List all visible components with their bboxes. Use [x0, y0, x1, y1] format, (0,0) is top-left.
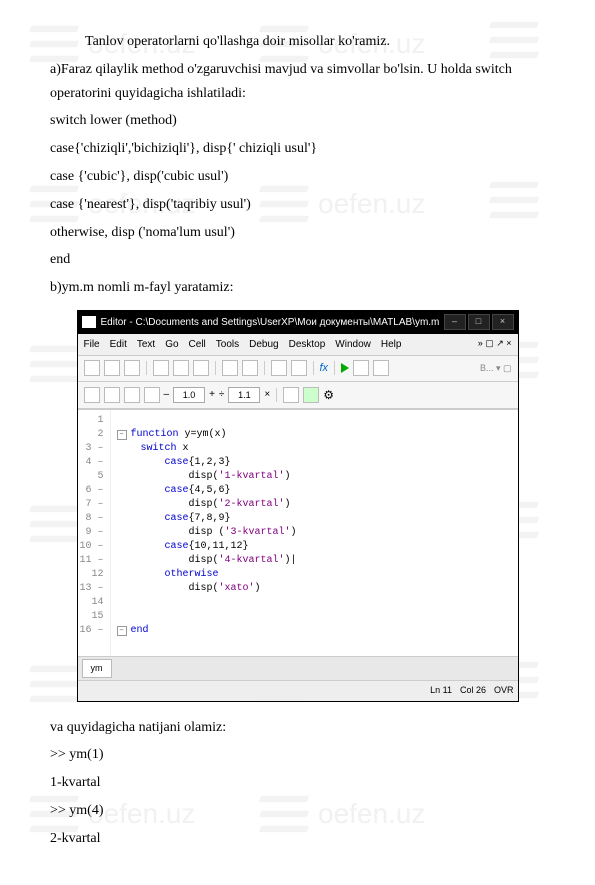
run-advance-icon[interactable] [373, 360, 389, 376]
document-content: Tanlov operatorlarni qo'llashga doir mis… [0, 0, 595, 885]
cell-icon-1[interactable] [84, 387, 100, 403]
output-line: 1-kvartal [50, 771, 545, 795]
toolbar-main: fx B... ▾ ▢ [78, 356, 518, 382]
divide-label: ÷ [219, 386, 225, 403]
toolbar-cell: – 1.0 + ÷ 1.1 × ⚙ [78, 382, 518, 409]
code-line: case{'chiziqli','bichiziqli'}, disp{' ch… [50, 137, 545, 161]
menu-text[interactable]: Text [137, 336, 155, 353]
status-ovr: OVR [494, 683, 514, 698]
close-button[interactable]: × [492, 314, 514, 330]
cell-icon-5[interactable] [283, 387, 299, 403]
minus-label: – [164, 386, 170, 403]
menu-file[interactable]: File [84, 336, 100, 353]
plus-label: + [209, 386, 215, 403]
menu-desktop[interactable]: Desktop [289, 336, 326, 353]
menu-go[interactable]: Go [165, 336, 178, 353]
undo-icon[interactable] [222, 360, 238, 376]
statusbar: Ln 11 Col 26 OVR [78, 680, 518, 700]
open-icon[interactable] [104, 360, 120, 376]
copy-icon[interactable] [173, 360, 189, 376]
menu-window[interactable]: Window [335, 336, 371, 353]
run-cell-icon[interactable] [353, 360, 369, 376]
titlebar: Editor - C:\Documents and Settings\UserX… [78, 311, 518, 334]
code-line: case {'cubic'}, disp('cubic usul') [50, 165, 545, 189]
status-col: Col 26 [460, 683, 486, 698]
new-icon[interactable] [84, 360, 100, 376]
minimize-button[interactable]: – [444, 314, 466, 330]
output-line: >> ym(1) [50, 743, 545, 767]
multiply-field[interactable]: 1.1 [228, 387, 260, 403]
find-icon[interactable] [291, 360, 307, 376]
line-gutter: 123 –4 –56 –7 –8 –9 –10 –11 –1213 –14151… [78, 410, 111, 656]
menu-edit[interactable]: Edit [110, 336, 127, 353]
menu-cell[interactable]: Cell [189, 336, 206, 353]
file-tab[interactable]: ym [82, 659, 112, 678]
increment-field[interactable]: 1.0 [173, 387, 205, 403]
menu-tools[interactable]: Tools [216, 336, 239, 353]
paste-icon[interactable] [193, 360, 209, 376]
times-label: × [264, 386, 270, 403]
menu-debug[interactable]: Debug [249, 336, 278, 353]
cell-icon-6[interactable] [303, 387, 319, 403]
code-line: otherwise, disp ('noma'lum usul') [50, 221, 545, 245]
output-line: 2-kvartal [50, 827, 545, 851]
menu-overflow[interactable]: » ▢ ↗ × [478, 336, 512, 353]
paragraph: Tanlov operatorlarni qo'llashga doir mis… [50, 30, 545, 54]
gear-icon[interactable]: ⚙ [323, 385, 334, 405]
code-line: case {'nearest'}, disp('taqribiy usul') [50, 193, 545, 217]
cell-icon-2[interactable] [104, 387, 120, 403]
code-editor[interactable]: 123 –4 –56 –7 –8 –9 –10 –11 –1213 –14151… [78, 409, 518, 656]
paragraph: a)Faraz qilaylik method o'zgaruvchisi ma… [50, 58, 545, 106]
menu-help[interactable]: Help [381, 336, 402, 353]
menubar: File Edit Text Go Cell Tools Debug Deskt… [78, 334, 518, 356]
maximize-button[interactable]: □ [468, 314, 490, 330]
code-body[interactable]: –function y=ym(x) switch x case{1,2,3} d… [111, 410, 303, 656]
editor-window: Editor - C:\Documents and Settings\UserX… [77, 310, 519, 702]
cell-icon-3[interactable] [124, 387, 140, 403]
run-icon[interactable] [341, 363, 349, 373]
print-icon[interactable] [271, 360, 287, 376]
code-line: end [50, 248, 545, 272]
toolbar-right[interactable]: B... ▾ ▢ [480, 361, 512, 376]
save-icon[interactable] [124, 360, 140, 376]
window-title: Editor - C:\Documents and Settings\UserX… [101, 314, 444, 331]
file-tabbar: ym [78, 656, 518, 680]
cell-icon-4[interactable] [144, 387, 160, 403]
app-icon [82, 316, 96, 328]
status-line: Ln 11 [430, 683, 452, 698]
redo-icon[interactable] [242, 360, 258, 376]
output-line: >> ym(4) [50, 799, 545, 823]
cut-icon[interactable] [153, 360, 169, 376]
paragraph: b)ym.m nomli m-fayl yaratamiz: [50, 276, 545, 300]
paragraph: va quyidagicha natijani olamiz: [50, 716, 545, 740]
fx-icon[interactable]: fx [320, 359, 329, 378]
code-line: switch lower (method) [50, 109, 545, 133]
